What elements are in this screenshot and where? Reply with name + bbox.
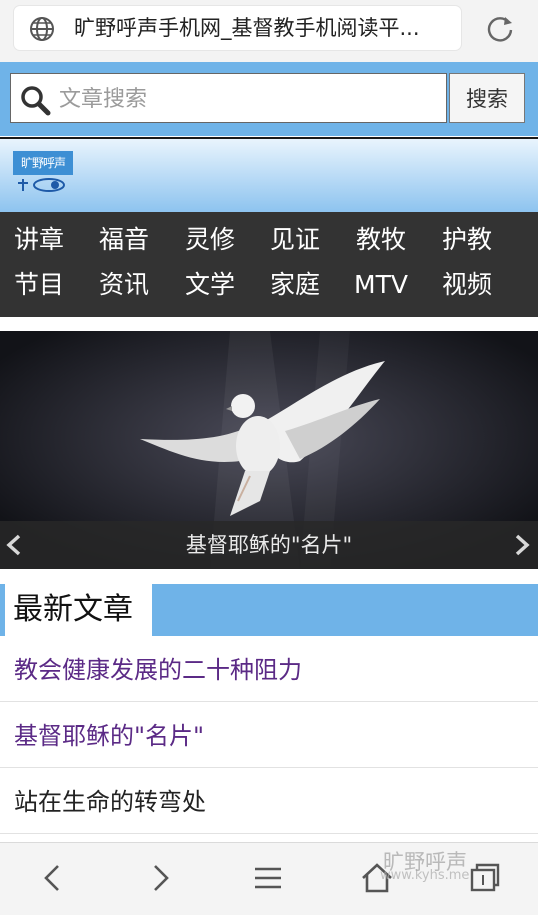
article-link[interactable]: 站在生命的转弯处 [14,782,206,817]
tabs-icon[interactable] [468,861,502,895]
prev-arrow-icon[interactable] [4,533,24,557]
back-icon[interactable] [36,861,70,895]
watermark-url: www.kyhs.me [380,868,470,883]
list-item: 基督耶稣的"名片" [0,702,538,768]
search-button[interactable]: 搜索 [449,73,525,123]
search-input[interactable] [57,80,441,118]
nav-item-zixun[interactable]: 资讯 [99,263,169,307]
nav-row-1: 讲章 福音 灵修 见证 教牧 护教 [0,218,538,262]
nav-item-jiemu[interactable]: 节目 [14,263,84,307]
reload-icon[interactable] [484,12,516,44]
site-logo[interactable]: 旷野呼声 [13,151,73,195]
search-box[interactable] [10,73,447,123]
logo-text: 旷野呼声 [13,151,73,175]
nav-item-lingxiu[interactable]: 灵修 [185,218,255,262]
menu-icon[interactable] [251,861,285,895]
logo-mark-icon [18,178,65,192]
nav-item-shipin[interactable]: 视频 [442,263,512,307]
article-link[interactable]: 基督耶稣的"名片" [14,716,204,751]
nav-row-2: 节目 资讯 文学 家庭 MTV 视频 [0,263,538,307]
page-title: 旷野呼声手机网_基督教手机阅读平... [74,16,420,40]
search-bar: 搜索 [0,62,538,136]
list-item: 站在生命的转弯处 [0,768,538,834]
nav-item-fuyin[interactable]: 福音 [99,218,169,262]
site-header: 旷野呼声 [0,137,538,213]
list-item: 教会健康发展的二十种阻力 [0,636,538,702]
nav-item-jiaomu[interactable]: 教牧 [356,218,426,262]
nav-item-jiating[interactable]: 家庭 [270,263,340,307]
section-title: 最新文章 [5,584,152,636]
latest-articles-header: 最新文章 [0,584,538,636]
nav-item-jiangzhang[interactable]: 讲章 [14,218,84,262]
banner-slider[interactable]: 基督耶稣的"名片" [0,331,538,569]
nav-item-hujiao[interactable]: 护教 [442,218,512,262]
banner-caption-text[interactable]: 基督耶稣的"名片" [0,521,538,569]
search-icon [21,86,51,116]
next-arrow-icon[interactable] [512,533,532,557]
forward-icon[interactable] [143,861,177,895]
nav-item-wenxue[interactable]: 文学 [185,263,255,307]
nav-item-mtv[interactable]: MTV [354,263,424,307]
banner-caption: 基督耶稣的"名片" [0,521,538,569]
nav-item-jianzheng[interactable]: 见证 [270,218,340,262]
browser-toolbar: 旷野呼声手机网_基督教手机阅读平... [0,0,538,62]
article-link[interactable]: 教会健康发展的二十种阻力 [14,650,302,685]
globe-icon [30,17,54,41]
address-bar[interactable]: 旷野呼声手机网_基督教手机阅读平... [14,6,461,50]
category-nav: 讲章 福音 灵修 见证 教牧 护教 节目 资讯 文学 家庭 MTV 视频 [0,212,538,317]
